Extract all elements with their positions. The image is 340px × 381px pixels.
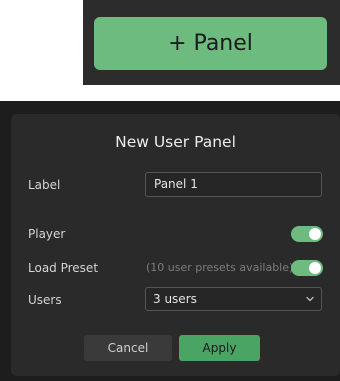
load-preset-label: Load Preset	[28, 261, 99, 275]
toggle-knob	[309, 262, 321, 274]
cancel-button[interactable]: Cancel	[84, 335, 172, 361]
label-input[interactable]: Panel 1	[145, 172, 322, 197]
users-select-value: 3 users	[153, 292, 197, 306]
chevron-down-icon	[306, 296, 314, 302]
load-preset-toggle[interactable]	[291, 260, 323, 276]
player-label: Player	[28, 227, 66, 241]
add-panel-button[interactable]: + Panel	[94, 17, 327, 70]
toolbar: + Panel	[83, 0, 340, 85]
toggle-knob	[309, 228, 321, 240]
dialog-title: New User Panel	[115, 133, 236, 151]
label-field-label: Label	[28, 178, 61, 192]
player-toggle[interactable]	[291, 226, 323, 242]
users-select[interactable]: 3 users	[145, 287, 322, 311]
new-user-panel-dialog: New User Panel Label Panel 1 Player Load…	[11, 114, 340, 376]
dialog-backdrop: New User Panel Label Panel 1 Player Load…	[0, 101, 340, 381]
preset-availability-hint: (10 user presets available)	[146, 261, 294, 274]
users-label: Users	[28, 293, 62, 307]
apply-button[interactable]: Apply	[179, 335, 260, 361]
